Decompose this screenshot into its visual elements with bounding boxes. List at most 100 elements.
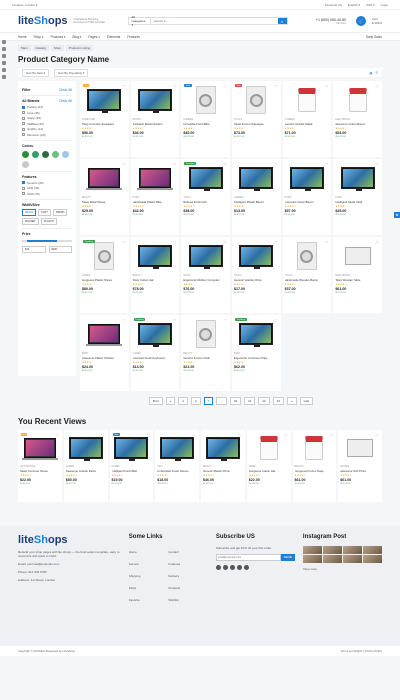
share-icon[interactable]: ⇆: [394, 212, 400, 218]
wishlist-heart-icon[interactable]: ♡: [375, 240, 379, 245]
location-selector[interactable]: Location: London ▾: [12, 3, 37, 7]
product-image[interactable]: [137, 89, 172, 113]
product-card[interactable]: ♡ FOOD Intelligent Metal Chair ★★★★☆ $25.00 I…: [333, 159, 382, 235]
product-image-wrap[interactable]: ♡: [82, 161, 127, 195]
nav-item-products[interactable]: Products ▾: [50, 35, 65, 39]
search-category-select[interactable]: All categories ▾: [129, 15, 151, 27]
top-link[interactable]: Favourite (0): [325, 3, 342, 7]
product-image[interactable]: [239, 167, 274, 191]
wishlist-heart-icon[interactable]: ♡: [173, 162, 177, 167]
product-image[interactable]: [188, 167, 223, 191]
footer-email[interactable]: Email: yourmail@example.com: [18, 562, 121, 566]
product-name[interactable]: Awesome Granite Pants: [66, 469, 106, 473]
grid-view-icon[interactable]: ▦: [369, 71, 372, 75]
quick-icon[interactable]: [2, 61, 6, 65]
footer-link[interactable]: Service: [129, 562, 169, 566]
facebook-icon[interactable]: [215, 565, 221, 570]
footer-link[interactable]: FAQs: [129, 586, 169, 590]
wishlist-heart-icon[interactable]: ♡: [375, 433, 379, 438]
product-name[interactable]: Sleek Metal Shoes: [82, 200, 127, 204]
product-image[interactable]: [94, 242, 115, 270]
page-link[interactable]: 11: [244, 397, 256, 405]
product-image-wrap[interactable]: ♡: [133, 239, 178, 273]
product-image-wrap[interactable]: ♡: [295, 432, 335, 464]
product-image[interactable]: [348, 88, 367, 112]
wishlist-heart-icon[interactable]: ♡: [284, 433, 288, 438]
instagram-icon[interactable]: [229, 565, 235, 570]
brands-option[interactable]: Stepp (35): [22, 116, 72, 120]
product-name[interactable]: Awesome Cotton Bacon: [335, 122, 380, 126]
price-max-field[interactable]: $180: [48, 245, 72, 253]
nav-item-shop[interactable]: Shop ▾: [34, 35, 44, 39]
product-image[interactable]: [289, 167, 324, 191]
product-card[interactable]: Hot ♡ COMPUTER Tasty Concrete Sausages ★★★★☆…: [80, 81, 129, 157]
product-image[interactable]: [136, 168, 173, 190]
size-option[interactable]: PLASTIC: [40, 217, 58, 225]
product-name[interactable]: Tasty Concrete Sausages: [82, 122, 127, 126]
terms-link[interactable]: Terms and Rights: [341, 649, 363, 653]
product-image[interactable]: [239, 245, 274, 269]
product-image-wrap[interactable]: ♡: [285, 239, 330, 273]
footer-link[interactable]: Shipping: [129, 574, 169, 578]
product-name[interactable]: Gorgeous Plastic Shoes: [82, 278, 127, 282]
newsletter-send-button[interactable]: SEND: [280, 554, 295, 561]
product-name[interactable]: Handmade Plastic Bike: [133, 200, 178, 204]
page-link[interactable]: »: [286, 397, 297, 405]
product-name[interactable]: Gorgeous Frozen Soap: [295, 469, 335, 473]
quick-icon[interactable]: [2, 68, 6, 72]
product-name[interactable]: Awesome Soft Pizza: [340, 469, 380, 473]
product-card[interactable]: ♡ BEAUTY Generic Frozen Chair ★★★★☆ $21.00 IN…: [181, 315, 230, 391]
instagram-thumb[interactable]: [322, 546, 342, 554]
product-card[interactable]: ♡ ELECTRONIC Awesome Cotton Bacon ★★★★☆ $53.…: [333, 81, 382, 157]
color-swatch[interactable]: [22, 150, 29, 158]
wishlist-heart-icon[interactable]: ♡: [223, 318, 227, 323]
features-option[interactable]: 1000 (76): [22, 192, 72, 196]
wishlist-heart-icon[interactable]: ♡: [274, 240, 278, 245]
product-image[interactable]: [86, 168, 123, 190]
twitter-icon[interactable]: [222, 565, 228, 570]
page-link[interactable]: 13: [272, 397, 284, 405]
product-name[interactable]: Licensed Fresh Keyboard: [133, 356, 178, 360]
product-image-wrap[interactable]: Trending ♡: [82, 239, 127, 273]
cart-icon[interactable]: 🛒: [355, 16, 366, 26]
nav-item-pages[interactable]: Pages ▾: [88, 35, 100, 39]
product-name[interactable]: Intelligent Metal Chair: [335, 200, 380, 204]
product-card[interactable]: Hot ♡ AUTOMOTIVE Sleek Concrete Shoes ★★★★☆ $…: [18, 430, 62, 502]
product-image-wrap[interactable]: Trending ♡: [133, 317, 178, 351]
color-swatch[interactable]: [52, 150, 59, 158]
product-card[interactable]: ♡ BEAUTY Gorgeous Frozen Soap ★★★★☆ $61.00 IN…: [292, 430, 337, 502]
footer-link[interactable]: Home: [129, 550, 169, 554]
instagram-thumb[interactable]: [302, 555, 322, 563]
breadcrumb-item[interactable]: Main: [18, 45, 31, 51]
cart-summary[interactable]: Cart $ 196.0: [372, 17, 382, 25]
checkbox[interactable]: [22, 111, 25, 114]
youtube-icon[interactable]: [243, 565, 249, 570]
sort-select[interactable]: Sort By New ▾: [22, 68, 50, 77]
product-image[interactable]: [297, 88, 316, 112]
product-image-wrap[interactable]: ♡: [335, 83, 380, 117]
wishlist-heart-icon[interactable]: ♡: [274, 84, 278, 89]
product-image[interactable]: [195, 320, 216, 348]
color-swatch[interactable]: [42, 150, 49, 158]
product-card[interactable]: ♡ BEAUTY Sleek Metal Shoes ★★★★☆ $25.00 IN ST…: [80, 159, 129, 235]
product-name[interactable]: Generic Granite Salad: [285, 122, 330, 126]
search-button[interactable]: ⌕: [277, 18, 287, 24]
product-image[interactable]: [344, 247, 371, 265]
instagram-thumb[interactable]: [322, 555, 342, 563]
brands-option[interactable]: Luxe (36): [22, 111, 72, 115]
product-name[interactable]: Gorgeous Cotton Hat: [249, 469, 289, 473]
top-link[interactable]: English ▾: [348, 3, 360, 7]
product-image-wrap[interactable]: ♡: [285, 83, 330, 117]
product-card[interactable]: ♡ TOOLS Handmade Wooden Bacon ★★★★☆ $37.00 IN…: [282, 237, 332, 313]
filter-reset-link[interactable]: Clear All: [59, 88, 72, 92]
product-image-wrap[interactable]: Hot ♡: [82, 83, 127, 117]
product-image-wrap[interactable]: ♡: [335, 161, 380, 195]
product-image-wrap[interactable]: ♡: [335, 239, 380, 273]
footer-logo[interactable]: liteShops: [18, 534, 121, 546]
product-image[interactable]: [21, 438, 58, 460]
product-card[interactable]: ♡ FOOD Licensed Cotton Bacon ★★★★☆ $97.00 IN …: [282, 159, 332, 235]
filter-select[interactable]: Sort By Popularity ▾: [54, 68, 89, 77]
product-card[interactable]: ♡ CAMERA Intelligent Plastic Bacon ★★★★☆ $13…: [232, 159, 281, 235]
size-option[interactable]: MAGNET: [22, 217, 39, 225]
wishlist-heart-icon[interactable]: ♡: [238, 433, 242, 438]
